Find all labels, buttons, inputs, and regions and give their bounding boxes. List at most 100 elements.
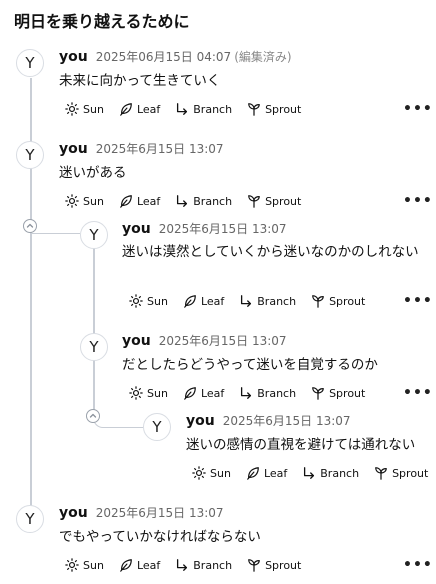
- sprout-label: Sprout: [265, 194, 302, 208]
- more-options-button[interactable]: •••: [403, 194, 433, 208]
- comment-actions: Sun Leaf Branch Sprout: [192, 464, 428, 482]
- leaf-icon: [183, 386, 197, 400]
- comment-header: you 2025年6月15日 13:07: [59, 504, 224, 521]
- comment-header: you 2025年6月15日 13:07: [59, 140, 224, 157]
- sun-label: Sun: [147, 386, 168, 400]
- branch-icon: [175, 102, 189, 116]
- leaf-button[interactable]: Leaf: [246, 466, 287, 480]
- sun-icon: [129, 294, 143, 308]
- branch-button[interactable]: Branch: [175, 102, 232, 116]
- sprout-icon: [374, 466, 388, 480]
- comment-text: 未来に向かって生きていく: [59, 73, 221, 89]
- leaf-button[interactable]: Leaf: [119, 194, 160, 208]
- timestamp: 2025年6月15日 13:07: [158, 222, 287, 236]
- sprout-button[interactable]: Sprout: [311, 294, 365, 308]
- avatar[interactable]: Y: [80, 333, 108, 361]
- sun-label: Sun: [147, 294, 168, 308]
- comment-header: you 2025年06月15日 04:07 (編集済み): [59, 48, 292, 65]
- more-options-button[interactable]: •••: [403, 102, 433, 116]
- thread-connector-reply-2: [93, 416, 143, 428]
- comment-text: 迷いは漠然としていくから迷いなのかのしれない: [122, 244, 419, 260]
- avatar[interactable]: Y: [16, 141, 44, 169]
- avatar[interactable]: Y: [16, 505, 44, 533]
- sun-button[interactable]: Sun: [129, 386, 168, 400]
- more-options-button[interactable]: •••: [403, 294, 433, 308]
- branch-icon: [302, 466, 316, 480]
- comment-header: you 2025年6月15日 13:07: [122, 220, 287, 237]
- leaf-icon: [119, 558, 133, 572]
- branch-label: Branch: [257, 386, 297, 400]
- branch-button[interactable]: Branch: [239, 294, 296, 308]
- sprout-label: Sprout: [329, 294, 366, 308]
- branch-button[interactable]: Branch: [175, 194, 232, 208]
- sprout-button[interactable]: Sprout: [374, 466, 428, 480]
- sun-icon: [65, 194, 79, 208]
- sun-label: Sun: [83, 194, 104, 208]
- sun-icon: [65, 558, 79, 572]
- leaf-icon: [119, 194, 133, 208]
- chevron-up-icon: [88, 411, 98, 421]
- leaf-button[interactable]: Leaf: [119, 102, 160, 116]
- page-title: 明日を乗り越えるために: [14, 12, 190, 31]
- sun-button[interactable]: Sun: [192, 466, 231, 480]
- branch-button[interactable]: Branch: [175, 558, 232, 572]
- author-name[interactable]: you: [186, 413, 215, 429]
- more-options-button[interactable]: •••: [403, 386, 433, 400]
- comment-text: 迷いがある: [59, 165, 127, 181]
- collapse-thread-button[interactable]: [23, 219, 37, 233]
- sun-button[interactable]: Sun: [129, 294, 168, 308]
- branch-label: Branch: [193, 194, 233, 208]
- leaf-label: Leaf: [136, 194, 161, 208]
- avatar[interactable]: Y: [143, 413, 171, 441]
- comment-actions: Sun Leaf Branch Sprout: [129, 384, 380, 402]
- more-options-button[interactable]: •••: [403, 558, 433, 572]
- branch-label: Branch: [193, 558, 233, 572]
- comment-actions: Sun Leaf Branch Sprout: [65, 100, 316, 118]
- author-name[interactable]: you: [59, 141, 88, 157]
- sprout-icon: [311, 386, 325, 400]
- sprout-button[interactable]: Sprout: [247, 558, 301, 572]
- comment-actions: Sun Leaf Branch Sprout: [65, 556, 316, 574]
- author-name[interactable]: you: [122, 333, 151, 349]
- leaf-button[interactable]: Leaf: [119, 558, 160, 572]
- avatar[interactable]: Y: [16, 49, 44, 77]
- sprout-button[interactable]: Sprout: [247, 102, 301, 116]
- sun-label: Sun: [83, 558, 104, 572]
- leaf-button[interactable]: Leaf: [183, 294, 224, 308]
- thread-connector-reply-1: [30, 232, 80, 234]
- sprout-button[interactable]: Sprout: [247, 194, 301, 208]
- thread-line-reply: [93, 248, 95, 334]
- sun-button[interactable]: Sun: [65, 558, 104, 572]
- timestamp: 2025年6月15日 13:07: [95, 506, 224, 520]
- leaf-icon: [119, 102, 133, 116]
- author-name[interactable]: you: [59, 505, 88, 521]
- sun-button[interactable]: Sun: [65, 102, 104, 116]
- leaf-label: Leaf: [263, 466, 288, 480]
- author-name[interactable]: you: [122, 221, 151, 237]
- comment-actions: Sun Leaf Branch Sprout: [65, 192, 316, 210]
- branch-button[interactable]: Branch: [302, 466, 359, 480]
- sun-button[interactable]: Sun: [65, 194, 104, 208]
- comment-header: you 2025年6月15日 13:07: [186, 412, 351, 429]
- leaf-button[interactable]: Leaf: [183, 386, 224, 400]
- branch-label: Branch: [320, 466, 360, 480]
- sprout-icon: [311, 294, 325, 308]
- leaf-icon: [183, 294, 197, 308]
- thread-line-reply-nested: [93, 358, 95, 410]
- sun-icon: [192, 466, 206, 480]
- timestamp: 2025年06月15日 04:07: [95, 50, 232, 64]
- chevron-up-icon: [25, 221, 35, 231]
- sprout-button[interactable]: Sprout: [311, 386, 365, 400]
- leaf-label: Leaf: [136, 558, 161, 572]
- branch-label: Branch: [257, 294, 297, 308]
- collapse-thread-button[interactable]: [86, 409, 100, 423]
- comment-text: だとしたらどうやって迷いを自覚するのか: [122, 357, 378, 373]
- timestamp: 2025年6月15日 13:07: [222, 414, 351, 428]
- avatar[interactable]: Y: [80, 221, 108, 249]
- sprout-label: Sprout: [329, 386, 366, 400]
- author-name[interactable]: you: [59, 49, 88, 65]
- sun-label: Sun: [210, 466, 231, 480]
- branch-button[interactable]: Branch: [239, 386, 296, 400]
- leaf-label: Leaf: [200, 386, 225, 400]
- leaf-label: Leaf: [136, 102, 161, 116]
